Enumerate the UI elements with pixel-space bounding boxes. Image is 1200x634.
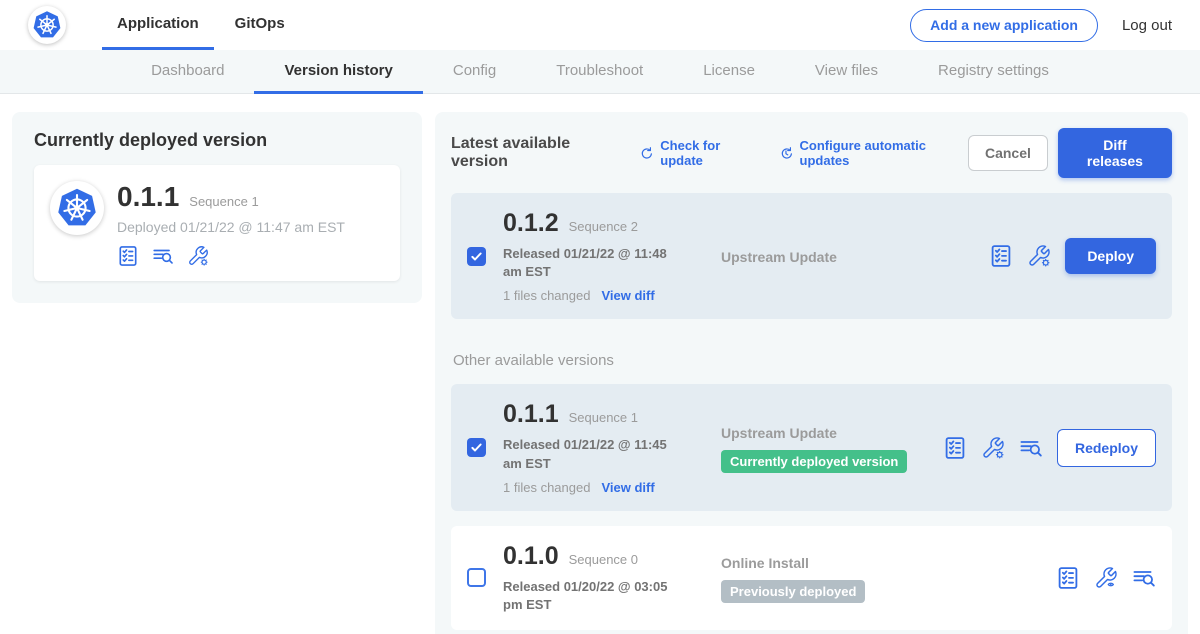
check-for-update-label: Check for update: [660, 138, 759, 168]
subnav-tab-config[interactable]: Config: [423, 50, 526, 94]
version-row-actions: Deploy: [989, 238, 1156, 274]
subnav-tab-troubleshoot-label: Troubleshoot: [556, 62, 643, 79]
currently-deployed-badge: Currently deployed version: [721, 450, 907, 473]
available-versions-panel: Latest available version Check for updat…: [435, 112, 1188, 634]
redeploy-button[interactable]: Redeploy: [1057, 429, 1156, 467]
released-timestamp: Released 01/21/22 @ 11:48 am EST: [503, 245, 685, 281]
version-row-0-1-0: 0.1.0 Sequence 0 Released 01/20/22 @ 03:…: [451, 526, 1172, 630]
version-info-column: 0.1.1 Sequence 1 Released 01/21/22 @ 11:…: [503, 400, 721, 494]
version-info-column: 0.1.0 Sequence 0 Released 01/20/22 @ 03:…: [503, 542, 721, 614]
version-source-column: Online Install Previously deployed: [721, 553, 1056, 603]
checkmark-icon: [469, 249, 484, 264]
app-icon-badge: [50, 181, 104, 235]
released-timestamp: Released 01/20/22 @ 03:05 pm EST: [503, 578, 685, 614]
main-content: Currently deployed version 0.1.1 Sequenc…: [0, 94, 1200, 634]
logs-search-icon[interactable]: [1019, 436, 1043, 460]
subnav-tab-view-files-label: View files: [815, 62, 878, 79]
clock-refresh-icon: [778, 145, 794, 162]
deployed-version-info: 0.1.1 Sequence 1 Deployed 01/21/22 @ 11:…: [117, 181, 345, 267]
logs-search-icon[interactable]: [152, 245, 174, 267]
subnav-tab-license[interactable]: License: [673, 50, 785, 94]
currently-deployed-title: Currently deployed version: [34, 130, 400, 151]
kubernetes-logo-icon: [32, 10, 62, 40]
other-available-versions-title: Other available versions: [453, 352, 1172, 369]
sequence-label: Sequence 0: [569, 552, 638, 567]
subnav-tab-config-label: Config: [453, 62, 496, 79]
version-row-0-1-2: 0.1.2 Sequence 2 Released 01/21/22 @ 11:…: [451, 193, 1172, 319]
version-source-label: Online Install: [721, 555, 1056, 571]
configure-automatic-updates-button[interactable]: Configure automatic updates: [778, 138, 968, 168]
app-logo[interactable]: [28, 6, 66, 44]
subnav-tab-dashboard[interactable]: Dashboard: [121, 50, 254, 94]
latest-available-title: Latest available version: [451, 135, 620, 171]
version-source-label: Upstream Update: [721, 425, 943, 441]
configure-automatic-updates-label: Configure automatic updates: [800, 138, 968, 168]
subnav-tab-view-files[interactable]: View files: [785, 50, 908, 94]
version-checkbox[interactable]: [467, 568, 486, 587]
subnav-tab-version-history[interactable]: Version history: [254, 50, 422, 94]
subnav-tab-troubleshoot[interactable]: Troubleshoot: [526, 50, 673, 94]
version-info-column: 0.1.2 Sequence 2 Released 01/21/22 @ 11:…: [503, 209, 721, 303]
preflight-checklist-icon[interactable]: [943, 436, 967, 460]
top-bar: Application GitOps Add a new application…: [0, 0, 1200, 50]
sequence-label: Sequence 2: [569, 219, 638, 234]
files-changed-label: 1 files changed: [503, 480, 590, 495]
version-source-column: Upstream Update: [721, 247, 989, 265]
subnav-tab-registry-settings[interactable]: Registry settings: [908, 50, 1079, 94]
check-for-update-button[interactable]: Check for update: [638, 138, 759, 168]
available-versions-header: Latest available version Check for updat…: [451, 128, 1172, 178]
version-source-label: Upstream Update: [721, 249, 989, 265]
preflight-checklist-icon[interactable]: [117, 245, 139, 267]
tab-application[interactable]: Application: [102, 0, 214, 50]
logout-button[interactable]: Log out: [1122, 17, 1174, 34]
subnav-tab-registry-settings-label: Registry settings: [938, 62, 1049, 79]
currently-deployed-panel: Currently deployed version 0.1.1 Sequenc…: [12, 112, 422, 303]
released-timestamp: Released 01/21/22 @ 11:45 am EST: [503, 436, 685, 472]
preflight-checklist-icon[interactable]: [989, 244, 1013, 268]
config-wrench-gear-icon[interactable]: [981, 436, 1005, 460]
version-checkbox[interactable]: [467, 247, 486, 266]
version-number: 0.1.2: [503, 209, 559, 238]
deployed-sequence-label: Sequence 1: [189, 194, 258, 209]
deployed-version-card: 0.1.1 Sequence 1 Deployed 01/21/22 @ 11:…: [34, 165, 400, 281]
preflight-checklist-icon[interactable]: [1056, 566, 1080, 590]
tab-gitops-label: GitOps: [235, 15, 285, 32]
config-wrench-gear-icon[interactable]: [1027, 244, 1051, 268]
version-number: 0.1.0: [503, 542, 559, 571]
deploy-button[interactable]: Deploy: [1065, 238, 1156, 274]
cancel-button[interactable]: Cancel: [968, 135, 1048, 171]
view-diff-link[interactable]: View diff: [601, 480, 654, 495]
version-source-column: Upstream Update Currently deployed versi…: [721, 423, 943, 473]
subnav-tab-dashboard-label: Dashboard: [151, 62, 224, 79]
tab-gitops[interactable]: GitOps: [220, 0, 300, 50]
kubernetes-logo-icon: [56, 187, 98, 229]
add-application-button[interactable]: Add a new application: [910, 9, 1098, 42]
version-row-actions: [1056, 566, 1156, 590]
version-row-actions: Redeploy: [943, 429, 1156, 467]
config-wrench-eye-icon[interactable]: [1094, 566, 1118, 590]
version-checkbox[interactable]: [467, 438, 486, 457]
subnav-tab-version-history-label: Version history: [284, 62, 392, 79]
subnav-tab-license-label: License: [703, 62, 755, 79]
files-changed-label: 1 files changed: [503, 288, 590, 303]
logs-search-icon[interactable]: [1132, 566, 1156, 590]
version-number: 0.1.1: [503, 400, 559, 429]
deployed-action-icons: [117, 245, 345, 267]
refresh-icon: [638, 145, 654, 162]
app-subnav: Dashboard Version history Config Trouble…: [0, 50, 1200, 94]
version-row-0-1-1: 0.1.1 Sequence 1 Released 01/21/22 @ 11:…: [451, 384, 1172, 510]
tab-application-label: Application: [117, 15, 199, 32]
checkmark-icon: [469, 440, 484, 455]
deployed-timestamp: Deployed 01/21/22 @ 11:47 am EST: [117, 219, 345, 235]
deployed-version-number: 0.1.1: [117, 181, 179, 213]
view-diff-link[interactable]: View diff: [601, 288, 654, 303]
diff-releases-button[interactable]: Diff releases: [1058, 128, 1172, 178]
config-wrench-gear-icon[interactable]: [187, 245, 209, 267]
sequence-label: Sequence 1: [569, 410, 638, 425]
previously-deployed-badge: Previously deployed: [721, 580, 865, 603]
